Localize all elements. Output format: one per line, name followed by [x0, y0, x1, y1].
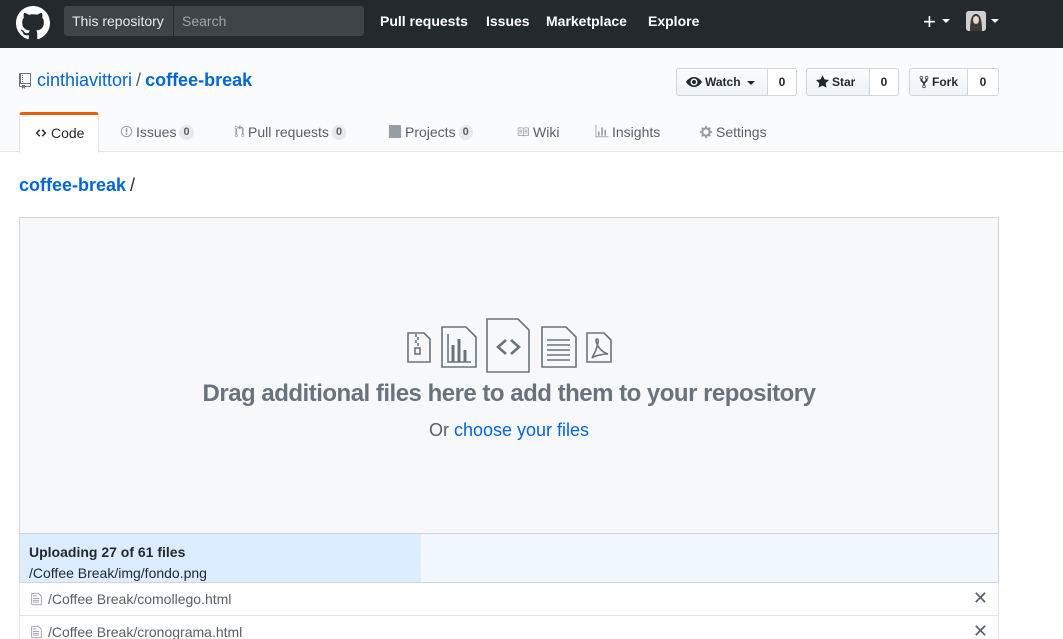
- fork-button[interactable]: Fork: [909, 68, 968, 96]
- create-new-button[interactable]: +: [923, 9, 936, 35]
- pull-requests-counter: 0: [331, 124, 347, 140]
- projects-counter: 0: [458, 124, 473, 140]
- upload-progress: Uploading 27 of 61 files /Coffee Break/i…: [19, 533, 999, 583]
- document-icons-group: [407, 318, 612, 373]
- choose-files-link[interactable]: choose your files: [454, 420, 589, 440]
- breadcrumb: coffee-break /: [19, 175, 135, 196]
- repo-name-link[interactable]: coffee-break: [145, 70, 252, 90]
- file-pdf-icon: [586, 332, 612, 363]
- search-box: This repository: [64, 6, 364, 36]
- tab-code[interactable]: Code: [19, 112, 100, 153]
- star-count[interactable]: 0: [870, 68, 899, 96]
- star-icon: [816, 75, 829, 88]
- file-name: /Coffee Break/cronograma.html: [48, 624, 243, 639]
- tab-wiki[interactable]: Wiki: [516, 112, 559, 152]
- fork-count[interactable]: 0: [968, 68, 999, 96]
- repo-title-separator: /: [136, 70, 142, 90]
- tab-code-label: Code: [51, 125, 85, 141]
- nav-pull-requests[interactable]: Pull requests: [380, 13, 468, 29]
- file-icon: [31, 592, 42, 606]
- search-input[interactable]: [174, 6, 364, 36]
- list-item: /Coffee Break/cronograma.html ✕: [19, 616, 999, 639]
- tab-pull-requests[interactable]: Pull requests 0: [234, 112, 347, 152]
- chevron-down-icon: [746, 80, 755, 85]
- star-button[interactable]: Star: [806, 68, 870, 96]
- tab-settings[interactable]: Settings: [699, 112, 767, 152]
- upload-current-file: /Coffee Break/img/fondo.png: [29, 565, 207, 581]
- issues-counter: 0: [179, 124, 194, 140]
- pull-request-icon: [234, 125, 245, 138]
- repo-owner-link[interactable]: cinthiavittori: [37, 70, 132, 90]
- list-item: /Coffee Break/comollego.html ✕: [19, 583, 999, 616]
- code-icon: [35, 129, 47, 137]
- drop-zone-subtitle: Or choose your files: [20, 420, 998, 441]
- close-icon[interactable]: ✕: [973, 589, 988, 607]
- eye-icon: [686, 76, 702, 87]
- search-scope-label: This repository: [64, 6, 174, 36]
- drop-zone-title: Drag additional files here to add them t…: [202, 380, 816, 407]
- file-drop-zone[interactable]: Drag additional files here to add them t…: [19, 217, 999, 534]
- tab-projects-label: Projects: [405, 124, 456, 140]
- file-text-icon: [541, 326, 577, 368]
- watch-count[interactable]: 0: [768, 68, 797, 96]
- drop-zone-or: Or: [428, 420, 449, 440]
- repo-title: cinthiavittori / coffee-break: [37, 70, 252, 91]
- upload-status: Uploading 27 of 61 files: [29, 544, 186, 560]
- project-icon: [388, 125, 402, 139]
- tab-projects[interactable]: Projects 0: [388, 112, 473, 152]
- github-logo-icon[interactable]: [16, 6, 50, 40]
- issue-icon: [120, 126, 133, 138]
- file-zip-icon: [407, 332, 431, 363]
- nav-issues[interactable]: Issues: [486, 13, 530, 29]
- nav-marketplace[interactable]: Marketplace: [546, 13, 627, 29]
- user-avatar-icon: [966, 11, 986, 31]
- file-icon: [31, 625, 42, 639]
- tab-insights-label: Insights: [612, 124, 661, 140]
- star-label: Star: [832, 75, 856, 89]
- tab-settings-label: Settings: [716, 124, 767, 140]
- watch-button[interactable]: Watch: [676, 68, 768, 96]
- graph-file-icon: [441, 326, 477, 368]
- gear-icon: [699, 125, 713, 138]
- watch-label: Watch: [705, 75, 741, 89]
- tab-pull-requests-label: Pull requests: [248, 124, 329, 140]
- chevron-down-icon: [991, 19, 999, 23]
- avatar[interactable]: [966, 11, 986, 31]
- book-icon: [517, 127, 529, 137]
- breadcrumb-repo-link[interactable]: coffee-break: [19, 175, 126, 195]
- fork-label: Fork: [932, 75, 959, 89]
- breadcrumb-slash: /: [130, 175, 136, 195]
- tab-insights[interactable]: Insights: [595, 112, 660, 152]
- close-icon[interactable]: ✕: [973, 622, 988, 639]
- repo-header: cinthiavittori / coffee-break Watch 0 Star…: [0, 48, 1063, 153]
- global-header: This repository Pull requests Issues Mar…: [0, 0, 1063, 48]
- fork-icon: [919, 75, 929, 88]
- tab-issues[interactable]: Issues 0: [120, 112, 194, 152]
- repo-nav-tabs: Code Issues 0 Pull requests 0 Projects 0 Wi…: [19, 112, 1019, 153]
- tab-wiki-label: Wiki: [533, 124, 560, 140]
- file-code-icon: [486, 318, 530, 373]
- tab-issues-label: Issues: [136, 124, 177, 140]
- graph-icon: [595, 125, 609, 138]
- nav-explore[interactable]: Explore: [648, 13, 699, 29]
- chevron-down-icon: [942, 19, 950, 23]
- file-name: /Coffee Break/comollego.html: [48, 591, 232, 607]
- repo-icon: [19, 73, 31, 89]
